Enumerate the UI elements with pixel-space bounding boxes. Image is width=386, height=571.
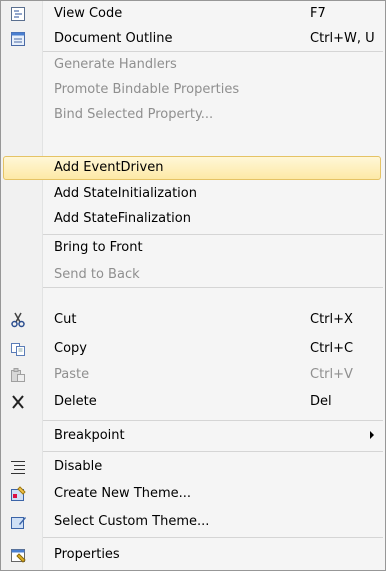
menu-item-cut[interactable]: Cut Ctrl+X	[3, 308, 381, 332]
menu-item-create-new-theme[interactable]: Create New Theme...	[3, 482, 381, 506]
menu-item-add-statefinalization[interactable]: Add StateFinalization	[3, 207, 381, 231]
menu-item-shortcut: Ctrl+C	[310, 341, 354, 356]
submenu-arrow-icon	[370, 431, 374, 439]
menu-separator	[43, 234, 383, 235]
copy-icon	[10, 341, 26, 357]
menu-item-label: Cut	[54, 312, 77, 327]
menu-item-label: View Code	[54, 6, 123, 21]
context-menu: View Code F7 Document Outline Ctrl+W, U …	[0, 0, 386, 571]
menu-separator	[43, 537, 383, 538]
menu-item-shortcut: Del	[310, 394, 332, 409]
menu-item-shortcut: Ctrl+V	[310, 367, 353, 382]
cut-icon	[10, 312, 26, 328]
menu-item-select-custom-theme[interactable]: Select Custom Theme...	[3, 510, 381, 534]
menu-item-bring-to-front[interactable]: Bring to Front	[3, 236, 381, 260]
menu-item-view-code[interactable]: View Code F7	[3, 2, 381, 26]
menu-item-label: Paste	[54, 367, 90, 382]
menu-item-add-eventdriven[interactable]: Add EventDriven	[3, 156, 381, 180]
menu-item-copy[interactable]: Copy Ctrl+C	[3, 337, 381, 361]
menu-item-disable[interactable]: Disable	[3, 455, 381, 479]
menu-item-label: Promote Bindable Properties	[54, 82, 240, 97]
menu-item-label: Bind Selected Property...	[54, 107, 214, 122]
document-outline-icon	[10, 31, 26, 47]
paste-icon	[10, 367, 26, 383]
select-theme-icon	[10, 514, 26, 530]
menu-item-generate-handlers[interactable]: Generate Handlers	[3, 53, 381, 77]
menu-item-delete[interactable]: Delete Del	[3, 390, 381, 414]
menu-item-label: Add StateInitialization	[54, 186, 197, 201]
menu-item-shortcut: Ctrl+W, U	[310, 31, 375, 46]
menu-item-label: Create New Theme...	[54, 486, 192, 501]
menu-item-label: Send to Back	[54, 267, 140, 282]
menu-item-shortcut: F7	[310, 6, 326, 21]
menu-item-label: Generate Handlers	[54, 57, 177, 72]
menu-item-breakpoint[interactable]: Breakpoint	[3, 424, 381, 448]
menu-item-promote-bindable-properties[interactable]: Promote Bindable Properties	[3, 78, 381, 102]
menu-separator	[43, 51, 383, 52]
menu-item-document-outline[interactable]: Document Outline Ctrl+W, U	[3, 27, 381, 51]
menu-item-paste[interactable]: Paste Ctrl+V	[3, 363, 381, 387]
menu-item-label: Properties	[54, 547, 120, 562]
menu-item-add-stateinitialization[interactable]: Add StateInitialization	[3, 182, 381, 206]
menu-item-label: Breakpoint	[54, 428, 125, 443]
menu-item-bind-selected-property[interactable]: Bind Selected Property...	[3, 103, 381, 127]
menu-item-label: Add StateFinalization	[54, 211, 191, 226]
menu-item-shortcut: Ctrl+X	[310, 312, 353, 327]
create-theme-icon	[10, 486, 26, 502]
menu-item-label: Add EventDriven	[54, 160, 164, 175]
menu-item-label: Delete	[54, 394, 97, 409]
menu-separator	[43, 451, 383, 452]
menu-separator	[43, 420, 383, 421]
delete-icon	[10, 394, 26, 410]
view-code-icon	[10, 6, 26, 22]
menu-item-label: Bring to Front	[54, 240, 143, 255]
menu-separator	[43, 287, 383, 288]
properties-icon	[10, 547, 26, 563]
menu-item-label: Document Outline	[54, 31, 173, 46]
menu-item-label: Copy	[54, 341, 87, 356]
menu-item-properties[interactable]: Properties	[3, 543, 381, 567]
menu-item-send-to-back[interactable]: Send to Back	[3, 263, 381, 287]
menu-item-label: Disable	[54, 459, 103, 474]
disable-icon	[10, 459, 26, 475]
menu-item-label: Select Custom Theme...	[54, 514, 210, 529]
